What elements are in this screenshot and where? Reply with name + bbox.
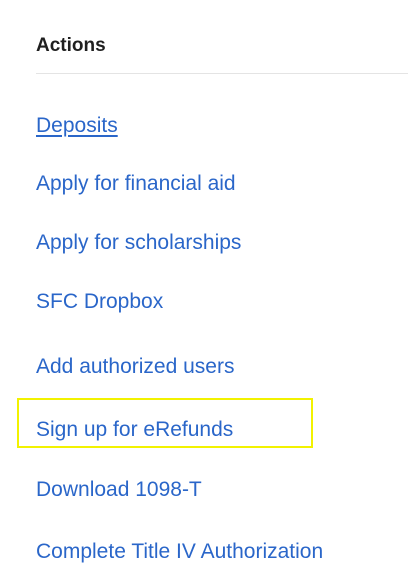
actions-heading: Actions	[36, 35, 106, 56]
apply-scholarships-link[interactable]: Apply for scholarships	[36, 230, 241, 256]
apply-financial-aid-link[interactable]: Apply for financial aid	[36, 171, 236, 197]
actions-panel: Actions Deposits Apply for financial aid…	[0, 0, 408, 583]
sign-up-erefunds-link[interactable]: Sign up for eRefunds	[36, 417, 233, 443]
sfc-dropbox-link[interactable]: SFC Dropbox	[36, 289, 163, 315]
deposits-link[interactable]: Deposits	[36, 113, 118, 139]
download-1098t-link[interactable]: Download 1098-T	[36, 477, 202, 503]
add-authorized-users-link[interactable]: Add authorized users	[36, 354, 234, 380]
complete-title-iv-authorization-link[interactable]: Complete Title IV Authorization	[36, 539, 323, 565]
heading-divider	[36, 73, 408, 74]
